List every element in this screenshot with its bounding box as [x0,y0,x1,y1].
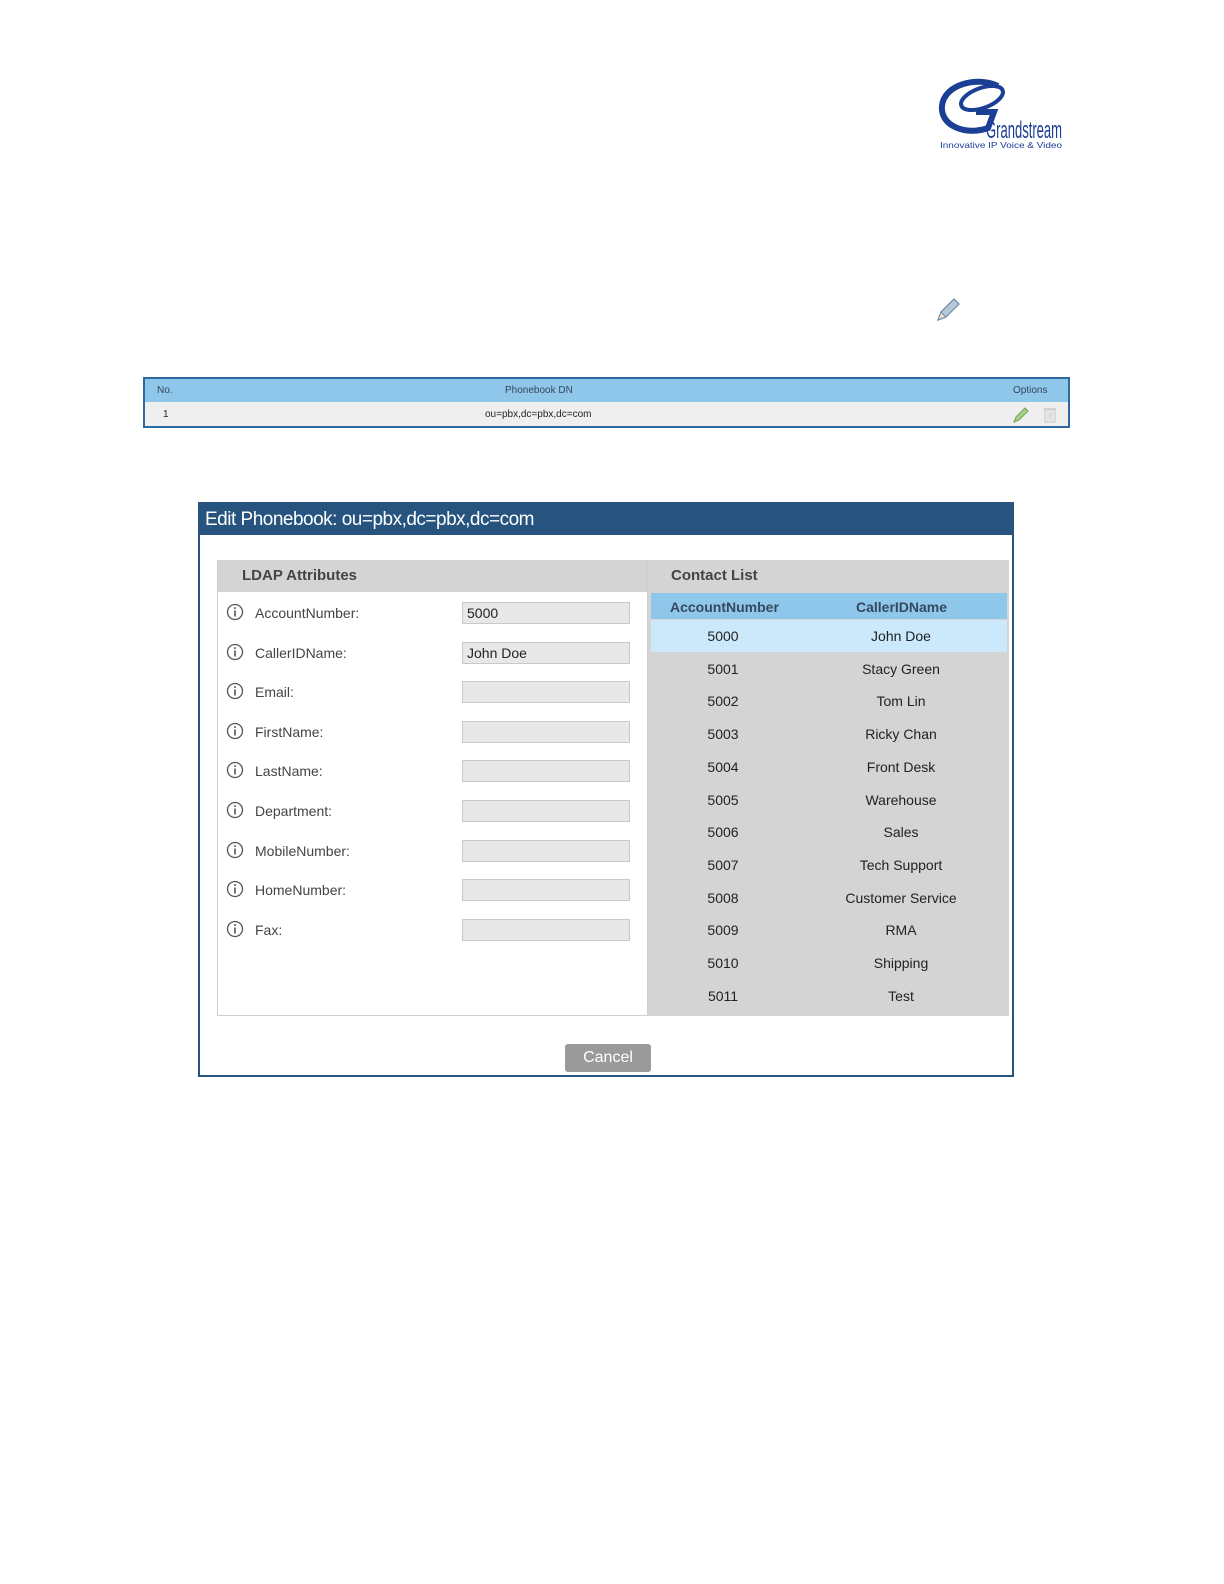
contact-row[interactable]: 5000 John Doe [651,620,1007,652]
contact-account-number: 5009 [707,922,739,939]
contact-row[interactable]: 5005 Warehouse [651,784,1007,816]
attribute-field[interactable] [462,800,630,822]
header-no: No. [157,385,173,396]
contact-account-number: 5000 [707,628,739,644]
table-header: No. Phonebook DN Options [145,379,1068,402]
edit-phonebook-dialog: Edit Phonebook: ou=pbx,dc=pbx,dc=com LDA… [198,502,1014,1077]
attribute-row: HomeNumber: [218,879,649,903]
attribute-row: FirstName: [218,720,649,745]
attribute-field[interactable] [462,720,630,743]
phonebook-table: No. Phonebook DN Options 1 ou=pbx,dc=pbx… [143,377,1070,428]
header-options: Options [1013,385,1048,396]
info-icon[interactable] [226,801,244,819]
contact-account-number: 5011 [707,987,739,1004]
contact-account-number: 5010 [707,955,739,971]
contact-caller-id-name: Stacy Green [862,660,940,677]
logo-brand: Grandstream [986,117,1062,144]
contact-list-title: Contact List [648,560,1009,592]
attribute-field[interactable] [462,839,630,862]
attribute-row: Fax: [218,918,649,943]
info-icon[interactable] [226,643,244,661]
cancel-button[interactable]: Cancel [565,1044,651,1072]
table-row: 1 ou=pbx,dc=pbx,dc=com [145,402,1068,426]
contact-account-number: 5006 [707,824,739,841]
attribute-label: Email: [255,684,294,701]
delete-icon[interactable] [1043,406,1057,423]
grandstream-logo: Grandstream Innovative IP Voice & Video [936,76,1066,156]
contact-caller-id-name: Sales [883,824,919,841]
contact-caller-id-name: Tech Support [859,856,943,873]
contact-row[interactable]: 5003 Ricky Chan [651,718,1007,750]
header-caller-id-name: CallerIDName [856,599,948,615]
attribute-field[interactable] [462,681,630,704]
contact-caller-id-name: Front Desk [866,758,936,775]
row-phonebook-dn: ou=pbx,dc=pbx,dc=com [485,409,592,420]
attribute-label: Fax: [255,921,283,938]
contact-row[interactable]: 5007 Tech Support [651,849,1007,881]
contact-account-number: 5001 [707,660,739,677]
logo-tagline: Innovative IP Voice & Video [940,141,1063,150]
contact-row[interactable]: 5010 Shipping [651,947,1007,979]
contact-caller-id-name: Ricky Chan [865,726,937,743]
info-icon[interactable] [226,682,244,700]
contact-caller-id-name: Customer Service [845,889,957,906]
contact-account-number: 5003 [707,726,739,743]
info-icon[interactable] [226,722,244,740]
attribute-row: MobileNumber: [218,839,649,864]
contact-account-number: 5005 [707,791,739,808]
contact-row[interactable]: 5004 Front Desk [651,751,1007,783]
contact-account-number: 5004 [707,758,739,775]
row-no: 1 [163,409,169,420]
contact-list-header: AccountNumber CallerIDName [651,593,1007,619]
attribute-row: CallerIDName: [218,641,649,666]
contact-row[interactable]: 5001 Stacy Green [651,653,1007,685]
attribute-label: HomeNumber: [255,882,347,899]
attribute-label: CallerIDName: [255,644,347,661]
contact-row[interactable]: 5008 Customer Service [651,882,1007,914]
attribute-field[interactable] [462,879,630,902]
contact-caller-id-name: John Doe [871,628,931,644]
info-icon[interactable] [226,841,244,859]
contact-account-number: 5002 [707,693,739,710]
attribute-field[interactable] [462,602,630,624]
ldap-attributes-title: LDAP Attributes [218,560,647,592]
attribute-field[interactable] [462,918,630,941]
attribute-label: AccountNumber: [255,605,360,621]
ldap-attributes-panel: LDAP Attributes AccountNumber: CallerIDNa… [217,560,648,1016]
contact-caller-id-name: Tom Lin [876,693,926,710]
contact-caller-id-name: Warehouse [865,791,937,808]
attribute-label: LastName: [255,763,323,780]
attribute-row: Department: [218,800,649,824]
contact-caller-id-name: Shipping [873,955,929,971]
attribute-row: Email: [218,681,649,705]
info-icon[interactable] [226,880,244,898]
contact-row[interactable]: 5009 RMA [651,914,1007,946]
attribute-label: MobileNumber: [255,842,350,859]
header-account-number: AccountNumber [670,599,779,615]
attribute-label: FirstName: [255,723,324,740]
info-icon[interactable] [226,603,244,621]
info-icon[interactable] [226,761,244,779]
contact-list-panel: Contact List AccountNumber CallerIDName … [648,560,1009,1016]
attribute-row: AccountNumber: [218,602,649,626]
attribute-label: Department: [255,803,333,819]
pencil-icon [933,295,963,325]
contact-row[interactable]: 5006 Sales [651,816,1007,848]
info-icon[interactable] [226,920,244,938]
attribute-field[interactable] [462,760,630,783]
contact-caller-id-name: RMA [885,922,917,939]
dialog-title: Edit Phonebook: ou=pbx,dc=pbx,dc=com [200,504,1012,535]
contact-account-number: 5007 [707,856,739,873]
header-phonebook-dn: Phonebook DN [505,385,573,396]
contact-row[interactable]: 5011 Test [651,980,1007,1012]
contact-row[interactable]: 5002 Tom Lin [651,685,1007,717]
attribute-row: LastName: [218,760,649,784]
contact-caller-id-name: Test [888,987,914,1004]
contact-account-number: 5008 [707,889,739,906]
edit-icon[interactable] [1012,406,1030,424]
attribute-field[interactable] [462,641,630,664]
